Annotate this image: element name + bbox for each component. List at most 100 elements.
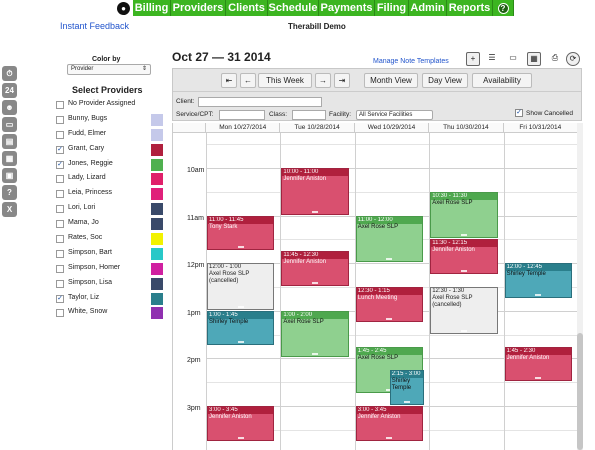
provider-color-swatch[interactable] (151, 218, 163, 231)
service-input[interactable] (219, 110, 265, 120)
provider-color-swatch[interactable] (151, 233, 163, 246)
provider-color-swatch[interactable] (151, 188, 163, 201)
appointment-block[interactable]: 3:00 - 3:45 Jennifer Aniston (207, 406, 275, 441)
provider-color-swatch[interactable] (151, 277, 163, 290)
provider-color-swatch[interactable] (151, 262, 163, 275)
calendar-scrollbar[interactable] (577, 123, 583, 450)
calendar-24-icon[interactable]: 24 (2, 83, 17, 98)
provider-checkbox[interactable] (56, 235, 64, 244)
provider-checkbox[interactable] (56, 264, 64, 273)
folder-icon[interactable]: ▭ (2, 117, 17, 132)
provider-row[interactable]: Leia, Princess (55, 187, 165, 202)
provider-row[interactable]: Fudd, Elmer (55, 128, 165, 143)
appointment-block[interactable]: 11:00 - 11:45 Tony Stark (207, 215, 275, 251)
provider-row[interactable]: Lori, Lori (55, 202, 165, 217)
resize-handle-icon[interactable] (312, 353, 319, 356)
provider-color-swatch[interactable] (151, 247, 163, 260)
nav-filing[interactable]: Filing (375, 0, 409, 16)
nav-billing[interactable]: Billing (133, 0, 171, 16)
scrollbar-thumb[interactable] (577, 333, 583, 450)
next-week-button[interactable]: → (315, 73, 331, 88)
appointment-block[interactable]: 12:30 - 1:15 Lunch Meeting (355, 287, 424, 322)
resize-handle-icon[interactable] (535, 293, 542, 296)
appointment-block[interactable]: 12:00 - 1:00 Axel Rose SLP (cancelled) (207, 263, 275, 310)
provider-checkbox[interactable] (56, 101, 64, 109)
calendar-export-icon[interactable]: ▦ (527, 52, 541, 66)
first-week-button[interactable]: ⇤ (221, 73, 237, 88)
resize-handle-icon[interactable] (312, 210, 319, 213)
day-header[interactable]: Fri 10/31/2014 (503, 123, 578, 133)
close-icon[interactable]: X (2, 202, 17, 217)
nav-payments[interactable]: Payments (319, 0, 375, 16)
card-icon[interactable]: ▤ (2, 134, 17, 149)
add-appointment-icon[interactable]: + (466, 52, 480, 66)
resize-handle-icon[interactable] (403, 400, 410, 403)
provider-color-swatch[interactable] (151, 307, 163, 320)
resize-handle-icon[interactable] (386, 258, 393, 261)
clock-icon[interactable]: ⏱ (2, 66, 17, 81)
day-header[interactable]: Mon 10/27/2014 (206, 123, 281, 133)
help-icon[interactable]: ? (2, 185, 17, 200)
logo-icon[interactable]: ● (117, 2, 130, 15)
client-input[interactable] (198, 97, 322, 107)
calculator-icon[interactable]: ▦ (2, 151, 17, 166)
instant-feedback-link[interactable]: Instant Feedback (60, 21, 129, 31)
color-by-select[interactable]: Provider ⇕ (67, 64, 151, 75)
provider-color-swatch[interactable] (151, 203, 163, 216)
resize-handle-icon[interactable] (237, 436, 244, 439)
provider-row[interactable]: Simpson, Lisa (55, 277, 165, 292)
last-week-button[interactable]: ⇥ (334, 73, 350, 88)
resize-handle-icon[interactable] (237, 305, 244, 308)
appointment-block[interactable]: 12:00 - 12:45 Shirley Temple (504, 263, 572, 298)
provider-row[interactable]: No Provider Assigned (55, 98, 165, 113)
provider-checkbox[interactable] (56, 175, 64, 184)
provider-checkbox[interactable] (56, 205, 64, 214)
provider-checkbox[interactable]: ✓ (56, 294, 64, 303)
manage-note-templates-link[interactable]: Manage Note Templates (373, 58, 449, 65)
provider-row[interactable]: ✓ Taylor, Liz (55, 292, 165, 307)
provider-row[interactable]: ✓ Jones, Reggie (55, 158, 165, 173)
appointment-block[interactable]: 1:00 - 1:45 Shirley Temple (207, 310, 275, 346)
appointment-block[interactable]: 10:30 - 11:30 Axel Rose SLP (430, 191, 498, 239)
provider-row[interactable]: Simpson, Homer (55, 262, 165, 277)
nav-schedule[interactable]: Schedule (268, 0, 319, 16)
provider-row[interactable]: Simpson, Bart (55, 247, 165, 262)
nav-reports[interactable]: Reports (447, 0, 493, 16)
provider-color-swatch[interactable] (151, 143, 163, 156)
monitor-icon[interactable]: ▭ (506, 52, 520, 66)
provider-checkbox[interactable] (56, 249, 64, 258)
provider-row[interactable]: White, Snow (55, 306, 165, 321)
person-icon[interactable]: ☻ (2, 100, 17, 115)
resize-handle-icon[interactable] (535, 377, 542, 380)
list-view-icon[interactable]: ☰ (485, 52, 499, 66)
provider-checkbox[interactable] (56, 220, 64, 229)
provider-color-swatch[interactable] (151, 173, 163, 186)
provider-color-swatch[interactable] (151, 128, 163, 141)
day-header[interactable]: Tue 10/28/2014 (280, 123, 355, 133)
appointment-block[interactable]: 11:30 - 12:15 Jennifer Aniston (430, 239, 498, 275)
print-icon[interactable]: ⎙ (548, 52, 562, 66)
appointment-block[interactable]: 12:30 - 1:30 Axel Rose SLP (cancelled) (430, 287, 498, 334)
appointment-block[interactable]: 2:15 - 3:00 Shirley Temple (389, 370, 425, 405)
provider-row[interactable]: ✓ Grant, Cary (55, 143, 165, 158)
resize-handle-icon[interactable] (237, 341, 244, 344)
provider-color-swatch[interactable] (151, 158, 163, 171)
nav-clients[interactable]: Clients (226, 0, 268, 16)
id-card-icon[interactable]: ▣ (2, 168, 17, 183)
appointment-block[interactable]: 11:00 - 12:00 Axel Rose SLP (355, 215, 424, 263)
facility-select[interactable]: All Service Facilities (356, 110, 433, 120)
provider-checkbox[interactable] (56, 115, 64, 124)
provider-color-swatch[interactable] (151, 113, 163, 126)
resize-handle-icon[interactable] (237, 246, 244, 249)
appointment-block[interactable]: 11:45 - 12:30 Jennifer Aniston (281, 251, 349, 286)
resize-handle-icon[interactable] (386, 436, 393, 439)
provider-checkbox[interactable] (56, 130, 64, 139)
provider-row[interactable]: Mama, Jo (55, 217, 165, 232)
resize-handle-icon[interactable] (386, 317, 393, 320)
appointment-block[interactable]: 3:00 - 3:45 Jennifer Aniston (355, 406, 424, 441)
nav-help-button[interactable]: ? (493, 0, 514, 16)
provider-checkbox[interactable] (56, 309, 64, 318)
class-input[interactable] (292, 110, 326, 120)
show-cancelled-checkbox[interactable]: ✓ (515, 109, 523, 117)
prev-week-button[interactable]: ← (240, 73, 256, 88)
